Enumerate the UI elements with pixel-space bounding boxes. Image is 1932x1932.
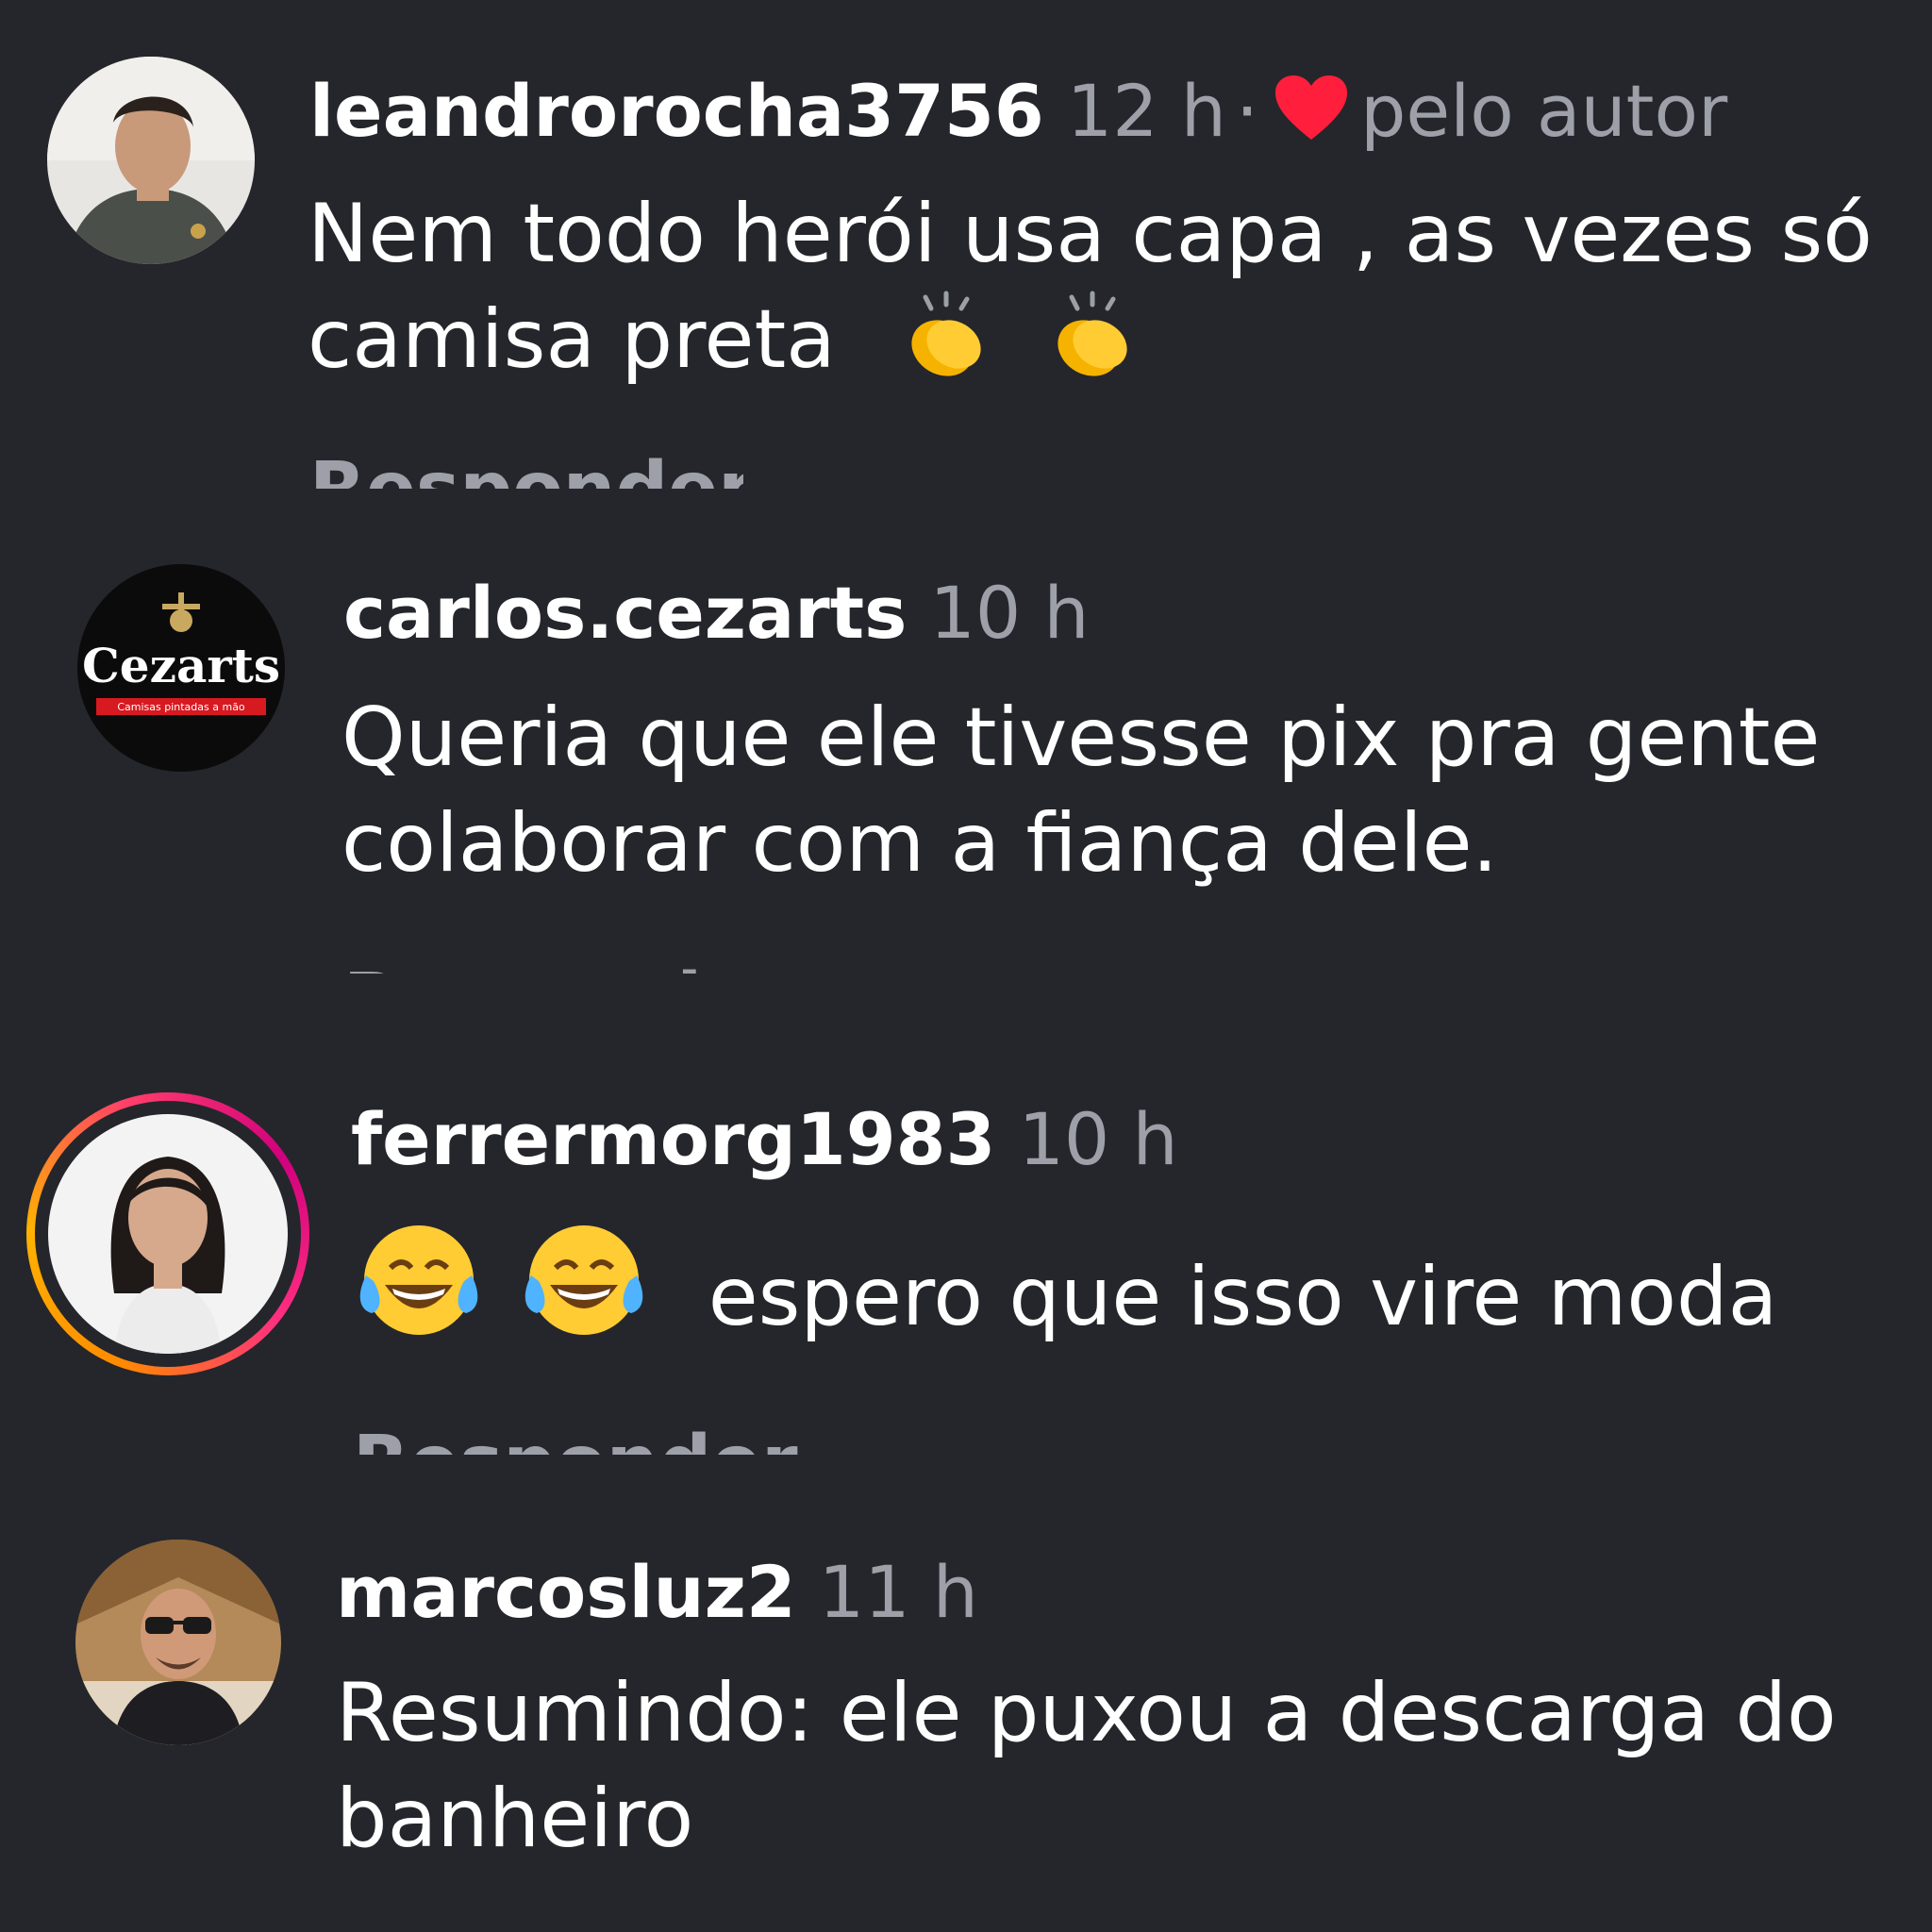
reply-button[interactable]: Responder bbox=[353, 1426, 824, 1455]
comment-meta: ferrermorg1983 10 h bbox=[351, 1104, 1178, 1175]
timestamp: 11 h bbox=[818, 1550, 978, 1634]
clapping-hands-icon bbox=[910, 291, 981, 376]
story-ring[interactable] bbox=[26, 1092, 309, 1375]
username[interactable]: carlos.cezarts bbox=[343, 571, 907, 655]
reply-label: Responder bbox=[353, 1426, 824, 1455]
comment-meta: leandrorocha3756 12 h · pelo autor bbox=[309, 74, 1727, 147]
comment-text: Resumindo: ele puxou a descarga do banhe… bbox=[336, 1660, 1837, 1872]
comment-text: Queria que ele tivesse pix pra gente col… bbox=[341, 685, 1820, 896]
avatar[interactable]: Cezarts Camisas pintadas a mão bbox=[77, 564, 285, 772]
logo-text: Cezarts bbox=[82, 638, 280, 693]
avatar-3d-woman-icon bbox=[48, 1114, 288, 1354]
comment-text-line: colaborar com a fiança dele. bbox=[341, 796, 1498, 891]
avatar[interactable] bbox=[47, 57, 255, 264]
username[interactable]: ferrermorg1983 bbox=[351, 1097, 995, 1181]
username[interactable]: leandrorocha3756 bbox=[309, 69, 1044, 153]
avatar-man-sunglasses-icon bbox=[75, 1540, 281, 1745]
comment-text-line: Queria que ele tivesse pix pra gente bbox=[341, 691, 1821, 785]
avatar bbox=[48, 1114, 288, 1354]
comment-text-line: Resumindo: ele puxou a descarga do bbox=[336, 1666, 1837, 1760]
cezarts-logo-icon: Cezarts Camisas pintadas a mão bbox=[77, 564, 285, 772]
logo-subtext: Camisas pintadas a mão bbox=[117, 701, 245, 713]
timestamp: 12 h bbox=[1066, 69, 1226, 153]
reply-label: Responder bbox=[343, 964, 777, 974]
comment-leandrorocha3756: leandrorocha3756 12 h · pelo autor Nem tod… bbox=[0, 0, 1932, 491]
reply-label: Responder bbox=[309, 453, 743, 489]
heart-icon bbox=[1275, 75, 1348, 140]
comment-text-line-2: camisa preta bbox=[308, 287, 1873, 392]
timestamp: 10 h bbox=[1018, 1097, 1178, 1181]
liked-by-author-label: pelo autor bbox=[1360, 69, 1728, 153]
separator-dot: · bbox=[1235, 69, 1259, 153]
comment-text-line: camisa preta bbox=[308, 292, 836, 387]
comment-text-line: espero que isso vire moda bbox=[708, 1250, 1778, 1344]
avatar[interactable] bbox=[75, 1540, 281, 1745]
reply-button[interactable]: Responder bbox=[309, 453, 743, 489]
face-with-tears-of-joy-icon bbox=[525, 1225, 643, 1335]
comment-meta: marcosluz2 11 h bbox=[336, 1557, 978, 1628]
comment-text: Nem todo herói usa capa , as vezes só ca… bbox=[308, 181, 1873, 392]
comment-meta: carlos.cezarts 10 h bbox=[343, 577, 1090, 649]
comment-ferrermorg1983: ferrermorg1983 10 h espero que isso vire… bbox=[0, 1066, 1932, 1462]
reply-button[interactable]: Responder bbox=[343, 964, 777, 974]
avatar-photo-icon bbox=[47, 57, 255, 264]
comment-text: espero que isso vire moda bbox=[353, 1219, 1777, 1350]
comment-marcosluz2: marcosluz2 11 h Resumindo: ele puxou a d… bbox=[0, 1509, 1932, 1932]
comment-text-line: Nem todo herói usa capa , as vezes só bbox=[308, 187, 1873, 281]
clapping-hands-icon bbox=[1058, 291, 1127, 376]
face-with-tears-of-joy-icon bbox=[359, 1225, 478, 1335]
comment-text-line: banheiro bbox=[336, 1772, 694, 1866]
timestamp: 10 h bbox=[929, 571, 1090, 655]
comment-carlos-cezarts: Cezarts Camisas pintadas a mão carlos.ce… bbox=[0, 528, 1932, 981]
username[interactable]: marcosluz2 bbox=[336, 1550, 796, 1634]
